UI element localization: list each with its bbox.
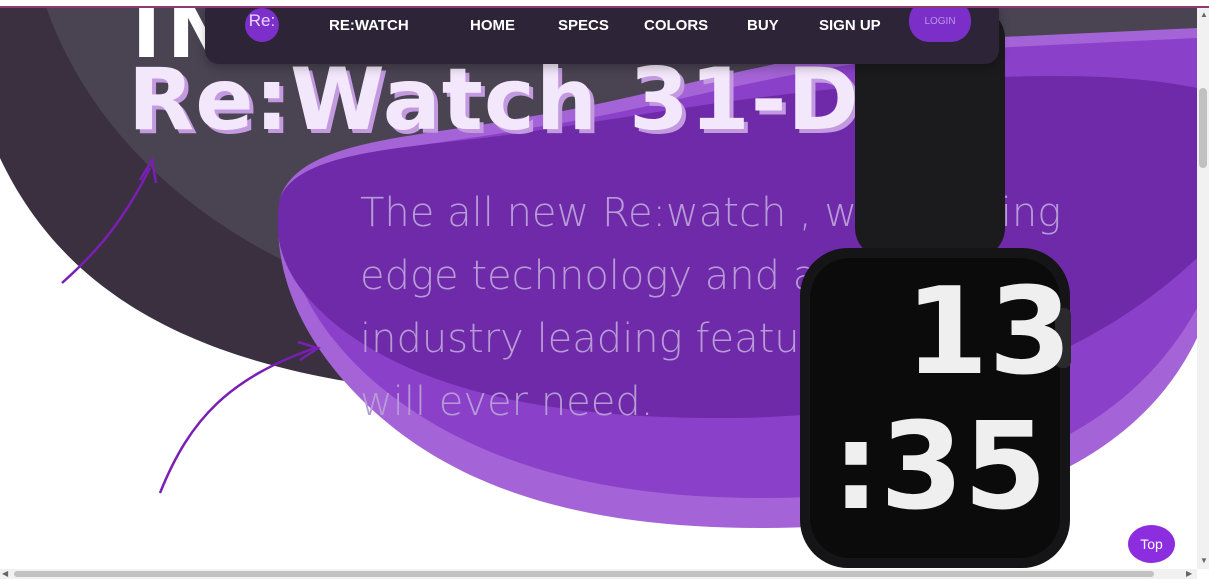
nav-item-specs[interactable]: SPECS [558, 17, 609, 34]
nav-item-signup[interactable]: SIGN UP [819, 17, 881, 34]
scroll-arrow-left[interactable]: ◀ [2, 569, 8, 578]
nav-item-buy[interactable]: BUY [747, 17, 779, 34]
scroll-top-button[interactable]: Top [1128, 525, 1175, 563]
scroll-arrow-right[interactable]: ▶ [1186, 569, 1192, 578]
login-button[interactable]: LOGIN [909, 8, 971, 42]
nav-item-colors[interactable]: COLORS [644, 17, 708, 34]
nav-item-home[interactable]: HOME [470, 17, 515, 34]
logo[interactable]: Re: [245, 8, 279, 42]
vertical-scroll-thumb[interactable] [1199, 88, 1207, 168]
watch-hour: 13 [905, 263, 1072, 402]
window-top-border [0, 0, 1209, 8]
scroll-arrow-down[interactable]: ▼ [1200, 556, 1208, 565]
navbar: Re: RE:WATCH HOME SPECS COLORS BUY SIGN … [205, 8, 999, 64]
watch-minute: :35 [832, 398, 1047, 537]
scroll-arrow-up[interactable]: ▲ [1200, 10, 1208, 19]
horizontal-scroll-thumb[interactable] [14, 571, 1154, 577]
page-viewport: IN Re:Watch 31-D The all new Re:watch , … [0, 8, 1197, 568]
vertical-scrollbar[interactable]: ▲ ▼ [1197, 8, 1209, 569]
horizontal-scrollbar[interactable]: ◀ ▶ [0, 569, 1197, 579]
nav-item-rewatch[interactable]: RE:WATCH [329, 17, 409, 34]
hero-title: Re:Watch 31-D [128, 50, 860, 150]
